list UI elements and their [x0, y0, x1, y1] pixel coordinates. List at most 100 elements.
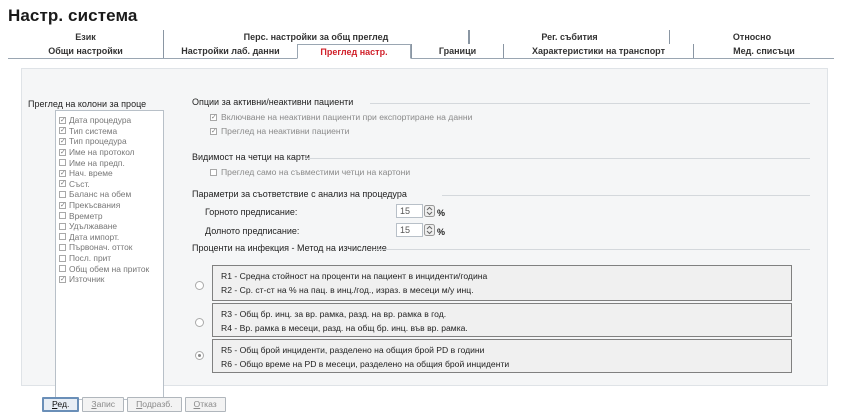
tab-general-settings[interactable]: Общи настройки	[8, 44, 163, 58]
checkbox-icon[interactable]	[59, 233, 66, 241]
method-radio-r5r6[interactable]	[195, 351, 204, 360]
checkbox-icon[interactable]	[59, 265, 66, 273]
column-item[interactable]: ✓ Тип процедура	[56, 136, 163, 147]
method-option-r1r2[interactable]: R1 - Средна стойност на проценти на паци…	[212, 265, 792, 301]
section-divider	[375, 249, 810, 250]
tab-about[interactable]: Относно	[669, 30, 834, 44]
column-item-label: Общ обем на приток	[69, 263, 150, 274]
column-item[interactable]: Посл. прит	[56, 253, 163, 264]
active-patients-title: Опции за активни/неактивни пациенти	[192, 97, 354, 107]
checkbox-icon[interactable]	[59, 190, 66, 198]
column-item[interactable]: ✓ Съст.	[56, 179, 163, 190]
column-item[interactable]: Първонач. отток	[56, 242, 163, 253]
include-inactive-option[interactable]: ✓ Включване на неактивни пациенти при ек…	[210, 112, 472, 122]
column-item-label: Дата импорт.	[69, 231, 120, 242]
checkbox-icon[interactable]: ✓	[210, 113, 217, 121]
method-radio-r3r4[interactable]	[195, 318, 204, 327]
checkbox-icon[interactable]: ✓	[59, 127, 66, 135]
tab-language[interactable]: Език	[8, 30, 163, 44]
checkbox-icon[interactable]	[59, 222, 66, 230]
default-button[interactable]: Подразб.	[127, 397, 182, 412]
window-title: Настр. система	[8, 6, 138, 25]
checkbox-icon[interactable]	[59, 254, 66, 262]
column-item-label: Дата процедура	[69, 115, 132, 126]
upper-prescription-spinner[interactable]: 15	[396, 204, 435, 218]
method-r5-label: R5 - Общ брой инциденти, разделено на об…	[221, 345, 485, 355]
card-readers-title: Видимост на четци на карти	[192, 152, 310, 162]
checkbox-icon[interactable]	[210, 168, 217, 176]
upper-unit: %	[437, 208, 446, 218]
method-r2-label: R2 - Ср. ст-ст на % на пац. в инц./год.,…	[221, 285, 474, 295]
view-inactive-option[interactable]: ✓ Преглед на неактивни пациенти	[210, 126, 349, 136]
column-item-label: Времетр	[69, 210, 103, 221]
column-item[interactable]: ✓ Нач. време	[56, 168, 163, 179]
checkbox-icon[interactable]: ✓	[59, 137, 66, 145]
lower-prescription-spinner[interactable]: 15	[396, 223, 435, 237]
section-divider	[305, 158, 810, 159]
checkbox-icon[interactable]	[59, 159, 66, 167]
column-item-label: Съст.	[69, 178, 90, 189]
column-item-label: Първонач. отток	[69, 242, 133, 253]
save-button[interactable]: Запис	[82, 397, 125, 412]
checkbox-icon[interactable]: ✓	[59, 275, 66, 283]
tab-med-lists[interactable]: Мед. списъци	[693, 44, 834, 58]
column-item[interactable]: Удължаване	[56, 221, 163, 232]
checkbox-icon[interactable]: ✓	[59, 201, 66, 209]
column-item[interactable]: ✓ Име на протокол	[56, 147, 163, 158]
method-r6-label: R6 - Общо време на PD в месеци, разделен…	[221, 359, 510, 369]
tab-row-back: Език Перс. настройки за общ преглед Рег.…	[8, 30, 834, 44]
column-item[interactable]: Баланс на обем	[56, 189, 163, 200]
tab-transport-characteristics[interactable]: Характеристики на транспорт	[503, 44, 693, 58]
method-r1-label: R1 - Средна стойност на проценти на паци…	[221, 271, 488, 281]
column-item[interactable]: Дата импорт.	[56, 232, 163, 243]
cancel-button[interactable]: Отказ	[184, 397, 226, 412]
column-item[interactable]: ✓ Дата процедура	[56, 115, 163, 126]
column-item-label: Име на предп.	[69, 157, 125, 168]
edit-button[interactable]: Ред.	[42, 397, 80, 412]
checkbox-icon[interactable]: ✓	[59, 148, 66, 156]
column-item-label: Име на протокол	[69, 147, 135, 158]
checkbox-icon[interactable]	[59, 212, 66, 220]
columns-list[interactable]: ✓ Дата процедура ✓ Тип система ✓ Тип процедур…	[55, 110, 164, 400]
tab-lab-data-settings[interactable]: Настройки лаб. данни	[163, 44, 297, 58]
column-item-label: Прекъсвания	[69, 200, 121, 211]
view-inactive-label: Преглед на неактивни пациенти	[221, 126, 350, 136]
tab-limits[interactable]: Граници	[411, 44, 503, 58]
checkbox-icon[interactable]: ✓	[59, 169, 66, 177]
column-item-label: Нач. време	[69, 168, 113, 179]
method-r4-label: R4 - Вр. рамка в месеци, разд. на общ бр…	[221, 323, 468, 333]
column-item[interactable]: Общ обем на приток	[56, 263, 163, 274]
column-item-label: Източник	[69, 274, 105, 285]
matching-title: Параметри за съответствие с анализ на пр…	[192, 189, 407, 199]
method-radio-r1r2[interactable]	[195, 281, 204, 290]
spinner-arrows-icon[interactable]	[424, 205, 435, 217]
include-inactive-label: Включване на неактивни пациенти при експ…	[221, 112, 473, 122]
method-option-r3r4[interactable]: R3 - Общ бр. инц. за вр. рамка, разд. на…	[212, 303, 792, 337]
spinner-arrows-icon[interactable]	[424, 224, 435, 236]
column-item-label: Баланс на обем	[69, 189, 132, 200]
checkbox-icon[interactable]	[59, 243, 66, 251]
section-divider	[442, 195, 810, 196]
infection-title: Проценти на инфекция - Метод на изчислен…	[192, 243, 387, 253]
column-item[interactable]: ✓ Прекъсвания	[56, 200, 163, 211]
tab-review-settings[interactable]: Преглед настр.	[297, 44, 411, 59]
columns-title: Преглед на колони за проце	[28, 99, 147, 109]
lower-prescription-value: 15	[400, 225, 411, 235]
tab-row-front: Общи настройки Настройки лаб. данни Прег…	[8, 44, 834, 59]
column-item-label: Тип система	[69, 125, 118, 136]
section-divider	[370, 103, 810, 104]
tab-overview-settings[interactable]: Перс. настройки за общ преглед	[163, 30, 468, 44]
column-item-label: Посл. прит	[69, 253, 112, 264]
compatible-readers-option[interactable]: Преглед само на съвместими четци на карт…	[210, 167, 410, 177]
column-item[interactable]: ✓ Източник	[56, 274, 163, 285]
column-item[interactable]: Времетр	[56, 210, 163, 221]
upper-prescription-label: Горното предписание:	[205, 207, 298, 217]
column-item[interactable]: Име на предп.	[56, 157, 163, 168]
column-item[interactable]: ✓ Тип система	[56, 126, 163, 137]
checkbox-icon[interactable]: ✓	[210, 127, 217, 135]
checkbox-icon[interactable]: ✓	[59, 180, 66, 188]
tab-event-log[interactable]: Рег. събития	[469, 30, 669, 44]
method-option-r5r6[interactable]: R5 - Общ брой инциденти, разделено на об…	[212, 339, 792, 373]
checkbox-icon[interactable]: ✓	[59, 116, 66, 124]
lower-prescription-label: Долното предписание:	[205, 226, 300, 236]
